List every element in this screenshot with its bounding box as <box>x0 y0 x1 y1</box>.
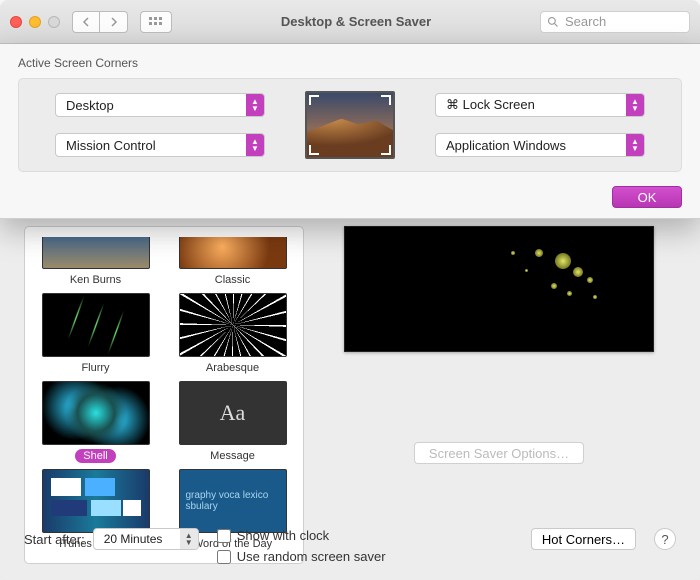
screensaver-thumb: Aa <box>179 381 287 445</box>
ok-button[interactable]: OK <box>612 186 682 208</box>
minimize-window[interactable] <box>29 16 41 28</box>
hot-corners-button[interactable]: Hot Corners… <box>531 528 636 550</box>
screensaver-thumb <box>42 381 150 445</box>
screensaver-preview <box>344 226 654 352</box>
screensaver-item[interactable]: Classic <box>172 237 293 287</box>
preferences-window: Desktop & Screen Saver Search Ken Burns C… <box>0 0 700 580</box>
start-after-label: Start after: <box>24 532 85 547</box>
screensaver-label: Message <box>202 449 263 463</box>
screensaver-options-button[interactable]: Screen Saver Options… <box>414 442 584 464</box>
use-random-input[interactable] <box>217 550 231 564</box>
start-after-group: Start after: 20 Minutes ▲▼ <box>24 528 199 550</box>
corner-bottom-right-select[interactable]: Application Windows ▲▼ <box>435 133 645 157</box>
screensaver-label: Shell <box>75 449 115 463</box>
hot-corners-grid: Desktop ▲▼ ⌘ Lock Screen ▲▼ Mission Cont… <box>18 78 682 172</box>
search-icon <box>547 16 559 28</box>
search-placeholder: Search <box>565 14 606 29</box>
show-all-button[interactable] <box>140 11 172 33</box>
back-button[interactable] <box>72 11 100 33</box>
close-window[interactable] <box>10 16 22 28</box>
hot-corners-sheet: Active Screen Corners Desktop ▲▼ ⌘ Lock … <box>0 44 700 219</box>
desktop-thumbnail <box>305 91 395 159</box>
corner-bottom-right-value: Application Windows <box>446 138 566 153</box>
use-random-label: Use random screen saver <box>237 549 386 564</box>
search-field[interactable]: Search <box>540 11 690 33</box>
screensaver-item[interactable]: Ken Burns <box>35 237 156 287</box>
corner-mark-br-icon <box>381 145 391 155</box>
zoom-window[interactable] <box>48 16 60 28</box>
corner-mark-bl-icon <box>309 145 319 155</box>
screensaver-item[interactable]: Shell <box>35 381 156 463</box>
show-with-clock-label: Show with clock <box>237 528 329 543</box>
corner-mark-tl-icon <box>309 95 319 105</box>
sheet-footer: OK <box>18 186 682 208</box>
bottom-bar: Start after: 20 Minutes ▲▼ Show with clo… <box>24 528 676 564</box>
screensaver-thumb <box>42 469 150 533</box>
chevron-left-icon <box>81 17 91 27</box>
nav-buttons <box>72 11 128 33</box>
screensaver-item[interactable]: Aa Message <box>172 381 293 463</box>
screensaver-thumb <box>179 293 287 357</box>
titlebar: Desktop & Screen Saver Search <box>0 0 700 44</box>
updown-icon: ▲▼ <box>626 94 644 116</box>
corner-bottom-left-select[interactable]: Mission Control ▲▼ <box>55 133 265 157</box>
updown-icon: ▲▼ <box>246 94 264 116</box>
help-button[interactable]: ? <box>654 528 676 550</box>
corner-top-left-select[interactable]: Desktop ▲▼ <box>55 93 265 117</box>
screensaver-list[interactable]: Ken Burns Classic Flurry Arabesque Shell Aa Me… <box>24 226 304 564</box>
updown-icon: ▲▼ <box>626 134 644 156</box>
start-after-value: 20 Minutes <box>104 532 163 546</box>
screensaver-thumb <box>179 237 287 269</box>
main-area: Ken Burns Classic Flurry Arabesque Shell Aa Me… <box>0 44 700 580</box>
show-with-clock-checkbox[interactable]: Show with clock <box>217 528 513 543</box>
corner-top-right-value: ⌘ Lock Screen <box>446 97 535 113</box>
screensaver-label: Ken Burns <box>62 273 129 287</box>
screensaver-thumb <box>42 237 150 269</box>
window-title: Desktop & Screen Saver <box>180 14 532 29</box>
corner-top-left-value: Desktop <box>66 98 114 113</box>
screensaver-item[interactable]: Flurry <box>35 293 156 375</box>
screensaver-thumb: graphy voca lexico sbulary <box>179 469 287 533</box>
grid-icon <box>149 17 163 27</box>
screensaver-label: Arabesque <box>198 361 267 375</box>
window-controls <box>10 16 60 28</box>
corner-mark-tr-icon <box>381 95 391 105</box>
right-pane: Screen Saver Options… <box>322 226 676 564</box>
corner-top-right-select[interactable]: ⌘ Lock Screen ▲▼ <box>435 93 645 117</box>
screensaver-thumb <box>42 293 150 357</box>
chevron-right-icon <box>109 17 119 27</box>
use-random-checkbox[interactable]: Use random screen saver <box>217 549 513 564</box>
updown-icon: ▲▼ <box>180 529 198 549</box>
start-after-select[interactable]: 20 Minutes ▲▼ <box>93 528 199 550</box>
screensaver-item[interactable]: Arabesque <box>172 293 293 375</box>
sheet-title: Active Screen Corners <box>18 56 682 70</box>
show-with-clock-input[interactable] <box>217 529 231 543</box>
corner-bottom-left-value: Mission Control <box>66 138 156 153</box>
updown-icon: ▲▼ <box>246 134 264 156</box>
forward-button[interactable] <box>100 11 128 33</box>
screensaver-label: Classic <box>207 273 258 287</box>
screensaver-label: Flurry <box>73 361 117 375</box>
preview-art <box>475 247 615 317</box>
checkbox-group: Show with clock Use random screen saver <box>217 528 513 564</box>
